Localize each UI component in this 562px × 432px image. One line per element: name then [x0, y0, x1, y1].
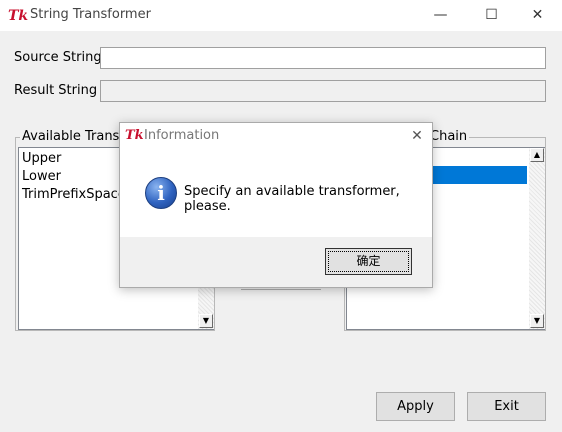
dialog-message: Specify an available transformer, please…: [184, 184, 400, 214]
scroll-down-arrow-icon[interactable]: ▼: [199, 314, 213, 328]
dialog-footer: 确定: [120, 237, 432, 287]
information-dialog: Tk Information ✕ i Specify an available …: [119, 122, 433, 288]
window-title: String Transformer: [30, 7, 151, 22]
dialog-close-button[interactable]: ✕: [405, 125, 429, 147]
dialog-title-bar: Tk Information ✕: [120, 123, 432, 150]
maximize-button[interactable]: ☐: [469, 0, 514, 31]
ok-button[interactable]: 确定: [325, 248, 412, 275]
transformer-chain-title: Chain: [428, 129, 470, 144]
exit-button[interactable]: Exit: [467, 392, 546, 421]
available-transformers-title: Available Transfo: [20, 129, 134, 144]
result-string-label: Result String: [14, 83, 98, 98]
tk-feather-icon: Tk: [125, 128, 144, 143]
source-string-input[interactable]: [100, 47, 546, 69]
close-button[interactable]: ✕: [515, 0, 560, 31]
scroll-up-arrow-icon[interactable]: ▲: [530, 148, 544, 162]
apply-button[interactable]: Apply: [376, 392, 455, 421]
minimize-button[interactable]: —: [418, 0, 463, 31]
tk-feather-icon: Tk: [8, 8, 29, 24]
scroll-down-arrow-icon[interactable]: ▼: [530, 314, 544, 328]
middle-button-edge: [241, 288, 321, 290]
result-string-field: [100, 80, 546, 102]
dialog-title: Information: [144, 128, 220, 143]
title-bar: Tk String Transformer — ☐ ✕: [0, 0, 562, 31]
chain-list-scrollbar[interactable]: ▲ ▼: [529, 148, 545, 329]
source-string-label: Source String: [14, 50, 102, 65]
info-icon: i: [145, 177, 177, 209]
